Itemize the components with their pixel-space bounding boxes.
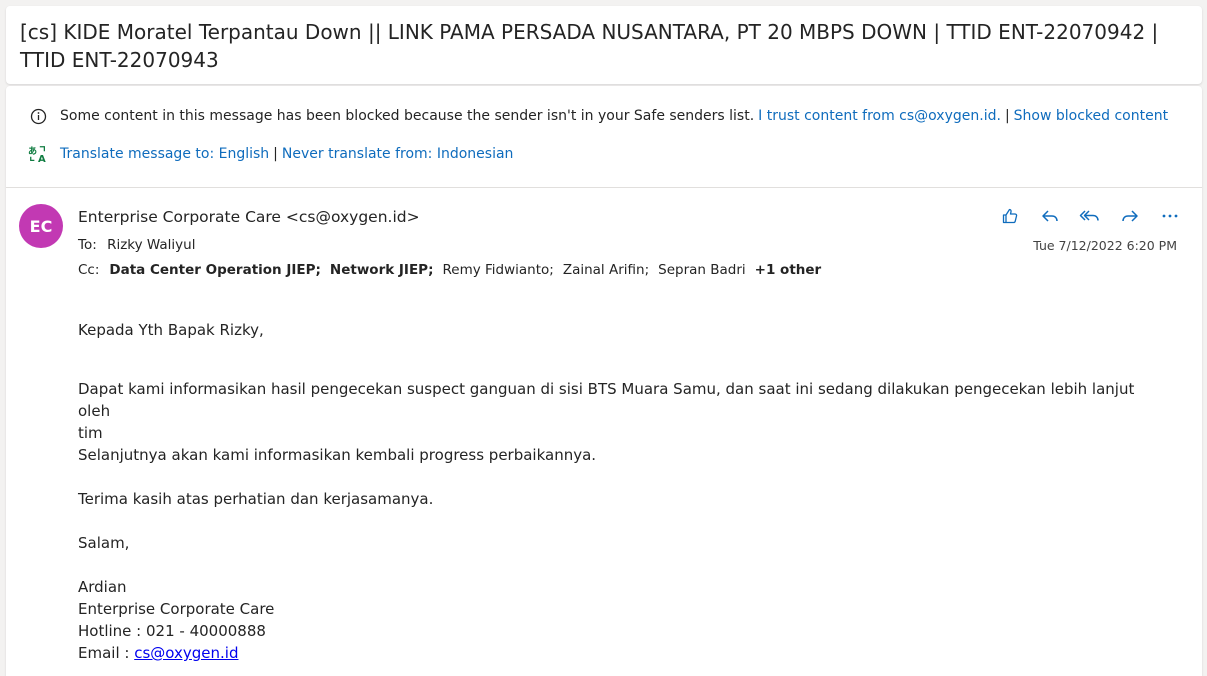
cc-recipient[interactable]: Data Center Operation JIEP; [109,262,321,278]
show-blocked-content-link[interactable]: Show blocked content [1014,108,1168,124]
trust-sender-link[interactable]: I trust content from cs@oxygen.id. [758,108,1001,124]
cc-recipient[interactable]: Zainal Arifin; [563,262,649,278]
sender-avatar[interactable]: EC [19,204,63,248]
cc-recipient[interactable]: Remy Fidwianto; [442,262,553,278]
signature-hotline: Hotline : 021 - 40000888 [78,622,266,640]
cc-line: Cc: Data Center Operation JIEP; Network … [78,262,830,278]
sent-date: Tue 7/12/2022 6:20 PM [1033,238,1177,253]
info-icon [28,106,48,126]
translate-icon: あ A [28,144,48,165]
signature-name: Ardian [78,578,127,596]
info-bar: Some content in this message has been bl… [6,86,1202,188]
translate-message-link[interactable]: Translate message to: English [60,146,269,162]
signature-email: Email : cs@oxygen.id [78,642,1158,664]
reply-all-icon[interactable] [1070,204,1110,228]
blocked-content-text: Some content in this message has been bl… [60,108,755,124]
thanks-line: Terima kasih atas perhatian dan kerjasam… [78,490,434,508]
body-paragraph: tim [78,424,103,442]
never-translate-link[interactable]: Never translate from: Indonesian [282,146,514,162]
blocked-content-notice: Some content in this message has been bl… [28,106,1168,126]
body-paragraph: Selanjutnya akan kami informasikan kemba… [78,446,597,464]
signature-org: Enterprise Corporate Care [78,600,275,618]
to-recipient[interactable]: Rizky Waliyul [107,237,195,253]
to-label: To: [78,237,97,253]
cc-recipient[interactable]: Sepran Badri [658,262,746,278]
reply-icon[interactable] [1030,204,1070,228]
like-icon[interactable] [990,204,1030,228]
body-paragraph: Dapat kami informasikan hasil pengecekan… [78,380,1135,420]
forward-icon[interactable] [1110,204,1150,228]
separator: | [273,146,278,162]
closing-line: Salam, [78,534,130,552]
svg-text:A: A [38,154,46,165]
more-icon[interactable] [1150,204,1190,228]
greeting: Kepada Yth Bapak Rizky, [78,321,264,339]
more-recipients-button[interactable]: +1 other [755,262,822,278]
sender-name[interactable]: Enterprise Corporate Care <cs@oxygen.id> [78,208,420,226]
translate-bar: あ A Translate message to: English | Neve… [28,144,514,165]
to-line: To: Rizky Waliyul [78,237,195,253]
message-actions [990,204,1190,228]
cc-recipient[interactable]: Network JIEP; [330,262,434,278]
subject-header: [cs] KIDE Moratel Terpantau Down || LINK… [6,6,1202,84]
message-card: Some content in this message has been bl… [6,86,1202,676]
message-body: Kepada Yth Bapak Rizky, Dapat kami infor… [78,319,1158,664]
email-label: Email : [78,644,135,662]
separator: | [1004,108,1010,124]
email-reading-pane: [cs] KIDE Moratel Terpantau Down || LINK… [0,0,1207,676]
cc-label: Cc: [78,262,100,278]
email-link[interactable]: cs@oxygen.id [134,644,238,662]
email-subject: [cs] KIDE Moratel Terpantau Down || LINK… [20,20,1159,72]
svg-text:あ: あ [28,146,37,157]
